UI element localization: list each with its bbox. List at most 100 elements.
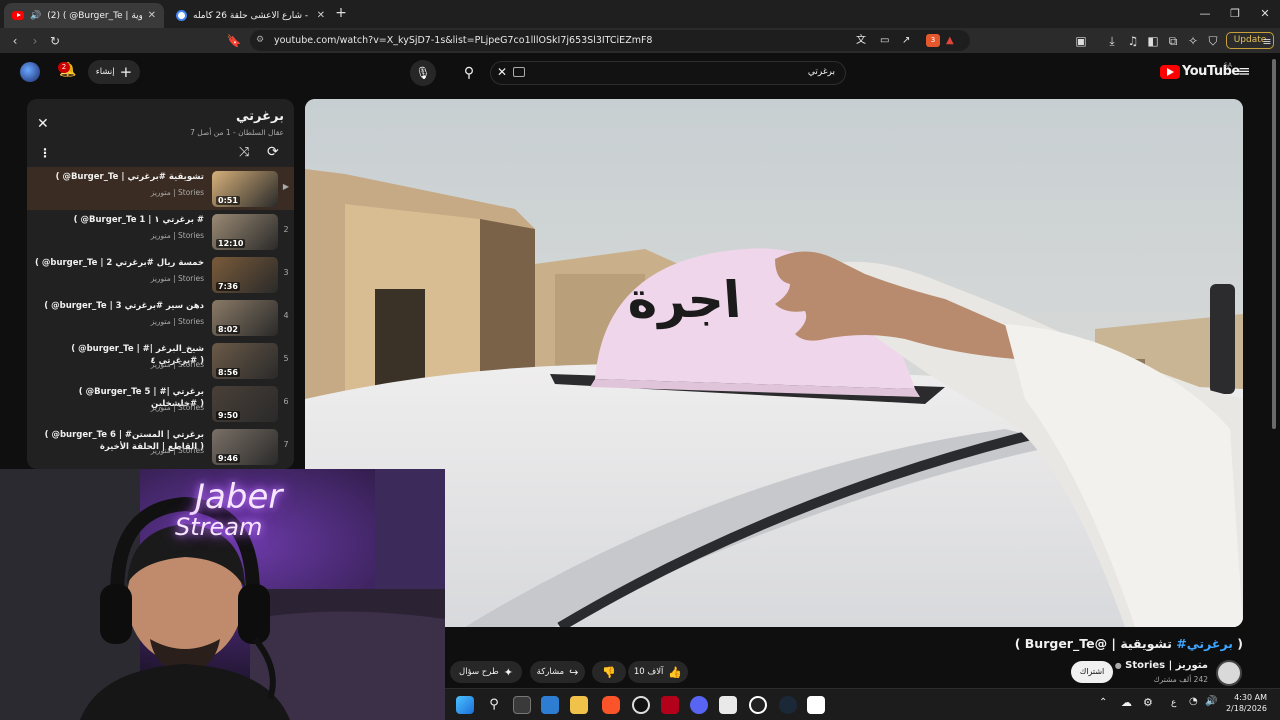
video-thumbnail[interactable]: 9:46 — [212, 429, 278, 465]
ask-button[interactable]: طرح سؤال ✦ — [450, 661, 522, 683]
voice-search-button[interactable]: 🎙 — [410, 60, 436, 86]
dislike-button[interactable]: 👎 — [592, 661, 626, 683]
title-rest: تشويقية | @Burger_Te ) — [1014, 636, 1177, 651]
download-icon[interactable]: ⤓ — [1103, 32, 1121, 50]
steam-icon[interactable] — [779, 696, 797, 714]
playlist-item[interactable]: 12:10 ( @Burger_Te 1 | برغرتي ١ # متوريز |… — [27, 210, 294, 253]
tab-youtube[interactable]: 🔊 (2) ( @Burger_Te | برغرتي# شوية ✕ — [4, 3, 164, 28]
forward-icon[interactable]: › — [26, 32, 44, 50]
playlist-item-index: 7 — [283, 440, 289, 449]
media-icon[interactable]: ♫ — [1124, 32, 1142, 50]
address-bar[interactable]: ⚙ youtube.com/watch?v=X_kySjD7-1s&list=P… — [250, 30, 970, 51]
sparkle-icon: ✦ — [503, 665, 513, 679]
video-thumbnail[interactable]: 8:56 — [212, 343, 278, 379]
cast-icon[interactable]: ▭ — [880, 30, 889, 51]
microphone-icon: 🎙 — [415, 66, 431, 80]
language-indicator[interactable]: ع — [1171, 698, 1176, 708]
avatar[interactable] — [20, 62, 40, 82]
thumbs-down-icon: 👎 — [602, 665, 616, 679]
tab-search[interactable]: شارع الاعشى حلقة 26 كامله - Search ✕ — [168, 3, 333, 28]
playlist-title[interactable]: برغرتي — [236, 109, 284, 124]
playlist-item[interactable]: 9:50( @Burger_Te 5 | #برغرتي | #خلشخلين … — [27, 382, 294, 425]
sidebar-tabs-icon[interactable]: ▣ — [1072, 32, 1090, 50]
guide-menu-icon[interactable]: ≡ — [1238, 62, 1251, 80]
playlist-item[interactable]: 9:46( @burger_Te 6 | #برغرتي | المستن ال… — [27, 425, 294, 468]
youtube-logo-icon[interactable] — [1160, 65, 1180, 79]
bookmark-icon[interactable]: 🔖 — [225, 32, 243, 50]
playlist-item-title[interactable]: ( @burger_Te | 3 دهن سير #برغرتي — [34, 300, 204, 312]
sidebar-icon[interactable]: ◧ — [1144, 32, 1162, 50]
volume-icon[interactable]: 🔊 — [1205, 696, 1217, 707]
tray-chevron-icon[interactable]: ⌃ — [1099, 697, 1107, 708]
maximize-button[interactable]: ❐ — [1220, 4, 1250, 24]
extensions-icon[interactable]: ⧉ — [1164, 32, 1182, 50]
brave-shield-icon[interactable]: 3 — [926, 34, 940, 47]
site-info-icon[interactable]: ⚙ — [256, 30, 264, 51]
playlist-item-title[interactable]: ( @burger_Te | 2 خمسة ريال #برغرتي — [34, 257, 204, 269]
discord-icon[interactable] — [690, 696, 708, 714]
start-icon[interactable] — [456, 696, 474, 714]
share-button[interactable]: مشاركة ↪ — [530, 661, 585, 683]
browser-tab-strip: 🔊 (2) ( @Burger_Te | برغرتي# شوية ✕ شارع… — [0, 0, 1280, 28]
obs-icon[interactable] — [632, 696, 650, 714]
more-options-icon[interactable]: ⋮ — [39, 146, 51, 160]
playlist-item[interactable]: 8:02 ( @burger_Te | 3 دهن سير #برغرتي متور… — [27, 296, 294, 339]
search-button[interactable]: ⚲ — [456, 60, 482, 86]
network-icon[interactable]: ◔ — [1189, 696, 1198, 707]
channel-avatar[interactable] — [1216, 660, 1242, 686]
subscribe-button[interactable]: اشتراك — [1071, 661, 1113, 683]
title-hashtag-link[interactable]: برغرتي# — [1176, 636, 1233, 651]
playlist-item-title[interactable]: ( @Burger_Te 1 | برغرتي ١ # — [34, 214, 204, 226]
keyboard-icon[interactable] — [513, 67, 525, 77]
like-button[interactable]: 10 آلاف 👍 — [628, 661, 688, 683]
playlist-item[interactable]: 7:36 ( @burger_Te | 2 خمسة ريال #برغرتي مت… — [27, 253, 294, 296]
clear-search-icon[interactable]: ✕ — [497, 65, 507, 79]
create-button[interactable]: إنشاء + — [88, 60, 140, 84]
close-playlist-icon[interactable]: ✕ — [37, 116, 49, 132]
leo-ai-icon[interactable]: ✧ — [1184, 32, 1202, 50]
brave-rewards-icon[interactable]: ▲ — [946, 30, 954, 51]
task-view-icon[interactable] — [513, 696, 531, 714]
search-input[interactable]: ✕ برغرتي — [490, 61, 846, 85]
tray-app-icon[interactable]: ☁ — [1121, 696, 1132, 709]
app-icon-white[interactable] — [719, 696, 737, 714]
video-thumbnail[interactable]: 12:10 — [212, 214, 278, 250]
translate-icon[interactable]: 文 — [856, 30, 866, 51]
widgets-icon[interactable] — [541, 696, 559, 714]
vpn-icon[interactable]: ⛉ — [1204, 32, 1222, 50]
tray-app-icon-2[interactable]: ⚙ — [1143, 696, 1153, 709]
page-scrollbar[interactable] — [1271, 55, 1277, 430]
playlist-item[interactable]: 8:56( @burger_Te | #شيخ_البرغر | #برغرتي… — [27, 339, 294, 382]
loop-icon[interactable]: ⟳ — [267, 144, 279, 160]
video-player[interactable]: اجرة — [305, 99, 1243, 627]
clock[interactable]: 4:30 AM 2/18/2026 — [1223, 692, 1267, 714]
share-icon[interactable]: ↗ — [902, 30, 910, 51]
playlist-item[interactable]: 0:51 ( @Burger_Te | تشويقية #برغرتي متوريز… — [27, 167, 294, 210]
playlist-item-title[interactable]: ( @Burger_Te | تشويقية #برغرتي — [34, 171, 204, 183]
channel-name[interactable]: متوريز | Stories ● — [1115, 660, 1208, 671]
video-thumbnail[interactable]: 0:51 — [212, 171, 278, 207]
scrollbar-thumb[interactable] — [1272, 59, 1276, 429]
video-thumbnail[interactable]: 8:02 — [212, 300, 278, 336]
close-tab-icon[interactable]: ✕ — [317, 10, 325, 21]
share-label: مشاركة — [536, 667, 565, 677]
file-explorer-icon[interactable] — [570, 696, 588, 714]
new-tab-button[interactable]: + — [332, 4, 350, 22]
brave-browser-icon[interactable] — [602, 696, 620, 714]
minimize-button[interactable]: — — [1190, 4, 1220, 24]
menu-icon[interactable]: ≡ — [1258, 33, 1276, 51]
close-window-button[interactable]: ✕ — [1250, 4, 1280, 24]
media-player-icon[interactable] — [749, 696, 767, 714]
reload-icon[interactable]: ↻ — [46, 32, 64, 50]
app-icon-red[interactable] — [661, 696, 679, 714]
taskbar-search-icon[interactable]: ⚲ — [485, 696, 503, 714]
capcut-icon[interactable] — [807, 696, 825, 714]
shuffle-icon[interactable]: ⤨ — [239, 145, 249, 160]
video-thumbnail[interactable]: 9:50 — [212, 386, 278, 422]
speaker-icon[interactable]: 🔊 — [30, 11, 41, 21]
playlist-item-index: 2 — [283, 225, 289, 234]
subscriber-count: 242 ألف مشترك — [1153, 675, 1208, 684]
video-thumbnail[interactable]: 7:36 — [212, 257, 278, 293]
back-icon[interactable]: ‹ — [6, 32, 24, 50]
close-tab-icon[interactable]: ✕ — [148, 10, 156, 21]
